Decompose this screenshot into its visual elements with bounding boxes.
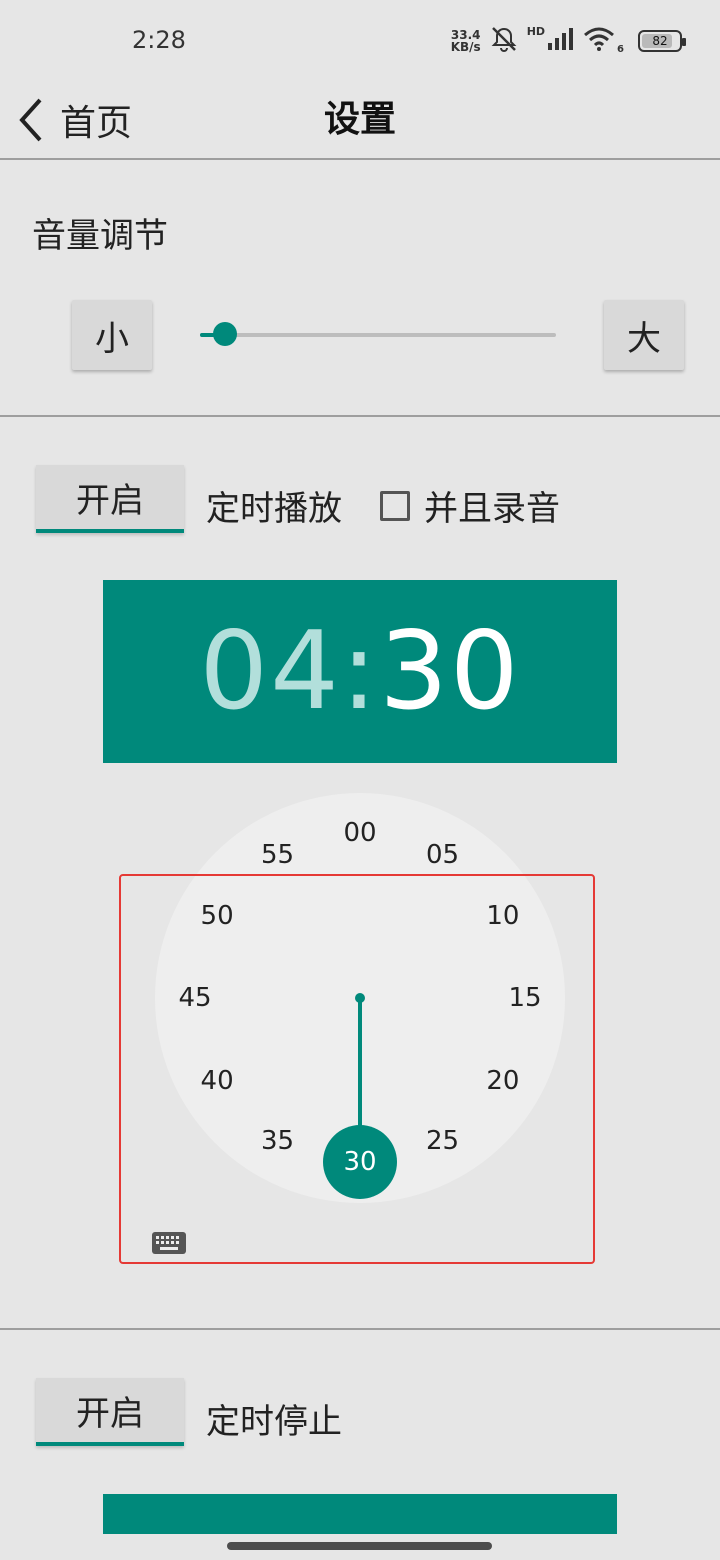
dial-number-25[interactable]: 25: [418, 1124, 468, 1158]
dial-number-35[interactable]: 35: [253, 1124, 303, 1158]
status-time: 2:28: [132, 26, 186, 54]
dial-number-40[interactable]: 40: [192, 1064, 242, 1098]
keyboard-toggle-button[interactable]: [150, 1232, 188, 1258]
volume-section: 音量调节 小 大: [0, 160, 720, 417]
volume-slider[interactable]: [200, 322, 556, 346]
dial-number-10[interactable]: 10: [478, 899, 528, 933]
slider-thumb[interactable]: [212, 322, 237, 346]
dial-center: [355, 993, 365, 1003]
app-bar: 首页 设置: [0, 80, 720, 160]
dial-number-45[interactable]: 45: [170, 981, 220, 1015]
mute-icon: [489, 24, 519, 58]
battery-level: 82: [652, 34, 668, 48]
network-speed: 33.4 KB/s: [451, 29, 481, 53]
hd-label: HD: [526, 24, 546, 38]
time-minute[interactable]: 30: [379, 609, 520, 734]
timer-stop-toggle-button[interactable]: 开启: [36, 1378, 184, 1446]
time-display: 04 : 30: [103, 580, 617, 763]
home-indicator[interactable]: [227, 1542, 492, 1550]
battery-icon: 82: [638, 30, 686, 52]
record-checkbox-group[interactable]: 并且录音: [380, 481, 560, 530]
record-checkbox[interactable]: [380, 490, 410, 521]
wifi-icon: [583, 27, 615, 55]
dial-number-15[interactable]: 15: [500, 981, 550, 1015]
dial-number-55[interactable]: 55: [253, 838, 303, 872]
timer-stop-label: 定时停止: [206, 1402, 342, 1442]
timer-play-toggle-button[interactable]: 开启: [36, 465, 184, 533]
keyboard-icon: [151, 1231, 187, 1259]
dial-number-05[interactable]: 05: [418, 838, 468, 872]
dial-hand: [358, 998, 362, 1133]
volume-increase-button[interactable]: 大: [604, 300, 684, 370]
dial-number-20[interactable]: 20: [478, 1064, 528, 1098]
record-checkbox-label: 并且录音: [424, 489, 560, 529]
stop-time-display[interactable]: [103, 1494, 617, 1534]
time-hour[interactable]: 04: [199, 609, 340, 734]
signal-icon: [547, 27, 575, 55]
status-bar: 2:28 33.4 KB/s HD 6 82: [0, 0, 720, 80]
status-icons: 33.4 KB/s HD 6 82: [451, 24, 686, 58]
timer-play-section: 开启 定时播放 并且录音 04 : 30 00 05 10 15 20 25 35 40 45 5…: [0, 417, 720, 1330]
dial-number-50[interactable]: 50: [192, 899, 242, 933]
volume-title: 音量调节: [32, 216, 168, 256]
wifi-badge: 6: [617, 43, 624, 55]
minute-dial[interactable]: 00 05 10 15 20 25 35 40 45 50 55 30: [155, 793, 565, 1203]
volume-decrease-button[interactable]: 小: [72, 300, 152, 370]
page-title: 设置: [323, 99, 396, 140]
timer-play-label: 定时播放: [206, 489, 342, 529]
dial-selected-minute[interactable]: 30: [323, 1125, 397, 1199]
network-speed-unit: KB/s: [450, 40, 481, 54]
dial-number-00[interactable]: 00: [335, 816, 385, 850]
slider-track: [200, 333, 556, 337]
time-separator: :: [340, 609, 380, 734]
timer-stop-section: 开启 定时停止: [0, 1330, 720, 1560]
